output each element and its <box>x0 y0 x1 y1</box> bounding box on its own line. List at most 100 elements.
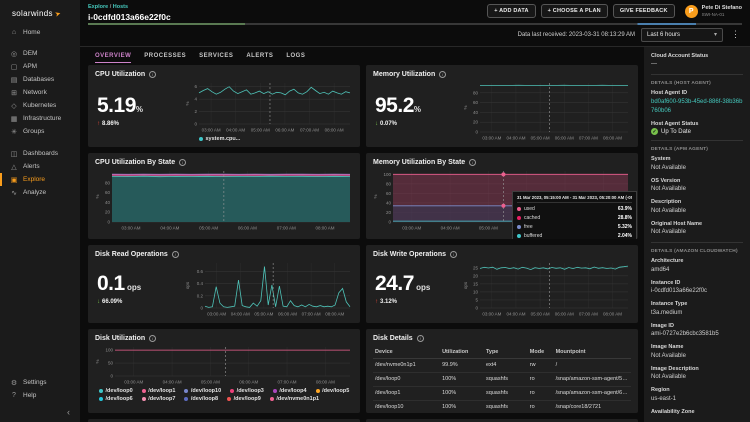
legend-item[interactable]: /dev/loop10 <box>184 388 221 394</box>
cpu-by-state-chart[interactable]: 03:00 AM04:00 AM05:00 AM06:00 AM07:00 AM… <box>95 168 353 232</box>
sidebar-item-network[interactable]: ⊞Network <box>0 86 80 99</box>
memory-chart[interactable]: 03:00 AM04:00 AM05:00 AM06:00 AM07:00 AM… <box>463 80 631 142</box>
svg-text:40: 40 <box>473 109 479 114</box>
svg-text:07:00 AM: 07:00 AM <box>579 135 598 140</box>
legend-item[interactable]: system.cpu... <box>199 136 240 142</box>
sidebar-item-label: APM <box>23 63 37 70</box>
sidebar-item-kubernetes[interactable]: ◇Kubernetes <box>0 99 80 112</box>
sidebar-item-infrastructure[interactable]: ▦Infrastructure <box>0 112 80 125</box>
sidebar-item-explore[interactable]: ▣Explore <box>0 173 80 186</box>
details-field-value[interactable]: bd0af600-953b-45ed-886f-38b36b760b06 <box>651 98 743 116</box>
solarwinds-logo-text: solarwinds <box>12 9 53 18</box>
divider <box>651 140 743 141</box>
network-icon: ⊞ <box>10 89 18 97</box>
panel-memory-utilization: Memory Utilization 95.2% ↓0.07% 03:00 AM… <box>366 65 638 147</box>
tab-alerts[interactable]: ALERTS <box>246 53 273 63</box>
tab-services[interactable]: SERVICES <box>199 53 233 63</box>
disk-utilization-legend: /dev/loop0/dev/loop1/dev/loop10/dev/loop… <box>95 386 353 402</box>
sidebar-item-home[interactable]: ⌂Home <box>0 26 80 38</box>
disk-read-chart[interactable]: 03:00 AM04:00 AM05:00 AM06:00 AM07:00 AM… <box>185 260 353 318</box>
explore-icon: ▣ <box>10 176 18 184</box>
details-section-title: DETAILS (AMAZON CLOUDWATCH) <box>651 249 743 254</box>
give-feedback-button[interactable]: GIVE FEEDBACK <box>613 4 675 18</box>
panel-title: CPU Utilization By State <box>95 159 175 166</box>
legend-item[interactable]: /dev/loop0 <box>99 388 133 394</box>
legend-item[interactable]: /dev/loop8 <box>184 396 218 402</box>
legend-item[interactable]: /dev/loop7 <box>142 396 176 402</box>
info-icon[interactable] <box>469 159 476 166</box>
sidebar-item-alerts[interactable]: △Alerts <box>0 160 80 173</box>
legend-item[interactable]: /dev/loop5 <box>316 388 350 394</box>
solarwinds-logo[interactable]: solarwinds ➤ <box>0 0 80 26</box>
legend-item[interactable]: /dev/loop6 <box>99 396 133 402</box>
info-icon[interactable] <box>149 335 156 342</box>
info-icon[interactable] <box>149 71 156 78</box>
legend-item[interactable]: /dev/loop3 <box>230 388 264 394</box>
delta-value: 8.86% <box>102 121 119 127</box>
sidebar-item-help[interactable]: ?Help <box>0 389 80 401</box>
chevron-down-icon: ▾ <box>714 31 717 38</box>
time-range-dropdown[interactable]: Last 6 hours ▾ <box>641 28 723 42</box>
details-field-value: Not Available <box>651 185 743 194</box>
kubernetes-icon: ◇ <box>10 102 18 110</box>
info-icon[interactable] <box>172 251 179 258</box>
svg-text:07:00 AM: 07:00 AM <box>278 379 297 384</box>
tab-processes[interactable]: PROCESSES <box>144 53 186 63</box>
info-icon[interactable] <box>417 335 424 342</box>
info-icon[interactable] <box>179 159 186 166</box>
memory-value: 95.2% <box>375 95 463 116</box>
sidebar-item-label: Databases <box>23 76 54 83</box>
disk-utilization-chart[interactable]: 03:00 AM04:00 AM05:00 AM06:00 AM07:00 AM… <box>95 344 353 386</box>
disk-write-chart[interactable]: 03:00 AM04:00 AM05:00 AM06:00 AM07:00 AM… <box>463 260 631 318</box>
cpu-chart[interactable]: 03:00 AM04:00 AM05:00 AM06:00 AM07:00 AM… <box>185 80 353 134</box>
svg-text:80: 80 <box>473 90 479 95</box>
tab-logs[interactable]: LOGS <box>286 53 305 63</box>
details-field-value: ami-0727e2b6cbc3581b5 <box>651 330 743 339</box>
add-data-button[interactable]: + ADD DATA <box>487 4 535 18</box>
panel-title: Memory Utilization <box>373 71 435 78</box>
info-icon[interactable] <box>450 251 457 258</box>
choose-a-plan-button[interactable]: + CHOOSE A PLAN <box>541 4 608 18</box>
details-field: Cloud Account Status— <box>651 53 743 70</box>
column-header: Utilization <box>440 347 484 359</box>
sidebar-item-dem[interactable]: ◎DEM <box>0 47 80 60</box>
svg-text:05:00 AM: 05:00 AM <box>201 379 220 384</box>
legend-item[interactable]: /dev/nvme0n1p1 <box>270 396 319 402</box>
sidebar-item-dashboards[interactable]: ◫Dashboards <box>0 147 80 160</box>
sub-header-bar: Data last received: 2023-03-31 08:13:29 … <box>80 25 750 47</box>
user-menu[interactable]: P Pete Di Stefano SWI-NA-01 <box>685 5 742 18</box>
legend-item[interactable]: /dev/loop4 <box>273 388 307 394</box>
breadcrumb-hosts[interactable]: Hosts <box>113 4 128 10</box>
svg-text:0.6: 0.6 <box>197 269 204 274</box>
avatar[interactable]: P <box>685 5 698 18</box>
legend-label: /dev/loop0 <box>106 388 133 394</box>
legend-dot <box>184 397 188 401</box>
svg-text:0: 0 <box>200 305 203 310</box>
app-root: solarwinds ➤ ⌂Home ◎DEM▢APM ▤ Databases ⊞Net… <box>0 0 750 422</box>
sidebar-collapse-icon[interactable]: ‹ <box>0 403 80 422</box>
breadcrumb: Explore / Hosts <box>88 4 171 10</box>
legend-item[interactable]: /dev/loop9 <box>227 396 261 402</box>
sidebar-item-databases[interactable]: ▤ Databases <box>0 73 80 86</box>
breadcrumb-explore[interactable]: Explore <box>88 4 108 10</box>
svg-text:%: % <box>373 194 378 198</box>
info-icon[interactable] <box>439 71 446 78</box>
svg-text:04:00 AM: 04:00 AM <box>506 135 525 140</box>
svg-text:60: 60 <box>105 190 111 195</box>
disk-read-value: 0.1 ops <box>97 273 185 294</box>
svg-text:05:00 AM: 05:00 AM <box>254 311 273 316</box>
delta-arrow-down-icon: ↓ <box>97 299 100 305</box>
svg-text:03:00 AM: 03:00 AM <box>122 225 141 230</box>
sidebar-item-apm[interactable]: ▢APM <box>0 60 80 73</box>
databases-icon: ▤ <box>10 76 18 84</box>
sidebar-item-analyze[interactable]: ∿Analyze <box>0 186 80 199</box>
tab-overview[interactable]: OVERVIEW <box>95 53 131 63</box>
sidebar-item-settings[interactable]: ⚙Settings <box>0 376 80 389</box>
sidebar-item-groups[interactable]: ✳Groups <box>0 125 80 138</box>
svg-text:07:00 AM: 07:00 AM <box>277 225 296 230</box>
legend-item[interactable]: /dev/loop1 <box>142 388 176 394</box>
content-column: OVERVIEW PROCESSES SERVICES ALERTS LOGS CPU … <box>88 47 638 422</box>
details-field-value: Not Available <box>651 228 743 237</box>
kebab-menu-icon[interactable]: ⋮ <box>729 29 742 40</box>
left-sidebar: solarwinds ➤ ⌂Home ◎DEM▢APM ▤ Databases ⊞Net… <box>0 0 80 422</box>
